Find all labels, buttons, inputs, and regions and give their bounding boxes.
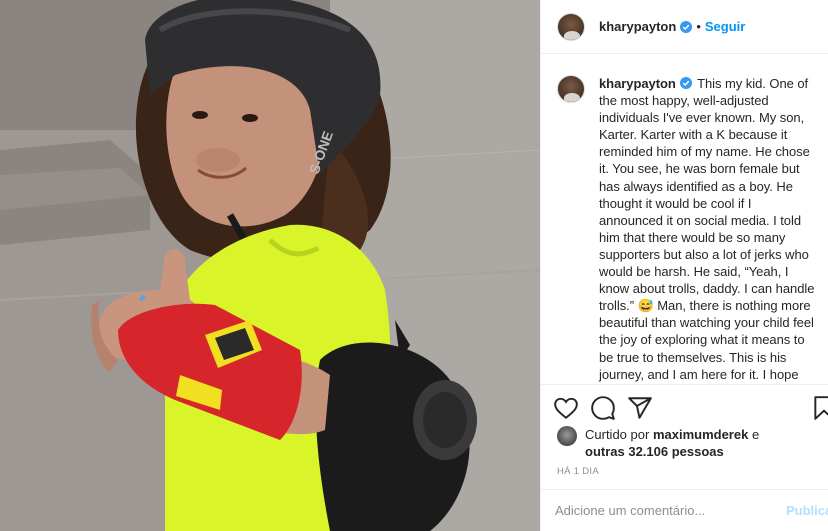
caption-author-avatar[interactable]	[557, 75, 585, 103]
bookmark-icon[interactable]	[811, 395, 828, 421]
likes-connector: e	[751, 427, 760, 442]
post-header: kharypayton • Seguir	[541, 0, 828, 54]
comment-icon[interactable]	[590, 395, 616, 421]
liker-username[interactable]: maximumderek	[653, 427, 748, 442]
author-avatar[interactable]	[557, 12, 585, 41]
post-photo: S-ONE	[0, 0, 540, 531]
comment-input[interactable]	[555, 503, 775, 518]
likes-summary: Curtido por maximumderek e outras 32.106…	[557, 426, 827, 460]
post-side-panel: kharypayton • Seguir kharypayton This my…	[540, 0, 828, 531]
likes-text: Curtido por maximumderek e outras 32.106…	[585, 426, 759, 460]
heart-icon[interactable]	[553, 395, 579, 421]
verified-badge-icon	[679, 77, 692, 89]
caption-author-username[interactable]: kharypayton	[599, 76, 676, 91]
caption-section: kharypayton This my kid. One of the most…	[541, 55, 828, 385]
likes-prefix: Curtido por	[585, 427, 650, 442]
action-bar	[541, 384, 828, 430]
comment-bar: Publicar	[541, 489, 828, 531]
author-username[interactable]: kharypayton	[599, 19, 676, 34]
share-icon[interactable]	[627, 395, 653, 421]
likes-others-count[interactable]: outras 32.106 pessoas	[585, 444, 724, 459]
post-timestamp[interactable]: HÁ 1 DIA	[557, 466, 599, 477]
publish-button[interactable]: Publicar	[786, 503, 828, 518]
header-separator: •	[696, 19, 701, 34]
post-caption: kharypayton This my kid. One of the most…	[599, 75, 815, 385]
caption-text: This my kid. One of the most happy, well…	[599, 76, 815, 385]
liker-avatar[interactable]	[557, 426, 577, 446]
follow-button[interactable]: Seguir	[705, 19, 745, 34]
verified-badge-icon	[680, 20, 693, 33]
